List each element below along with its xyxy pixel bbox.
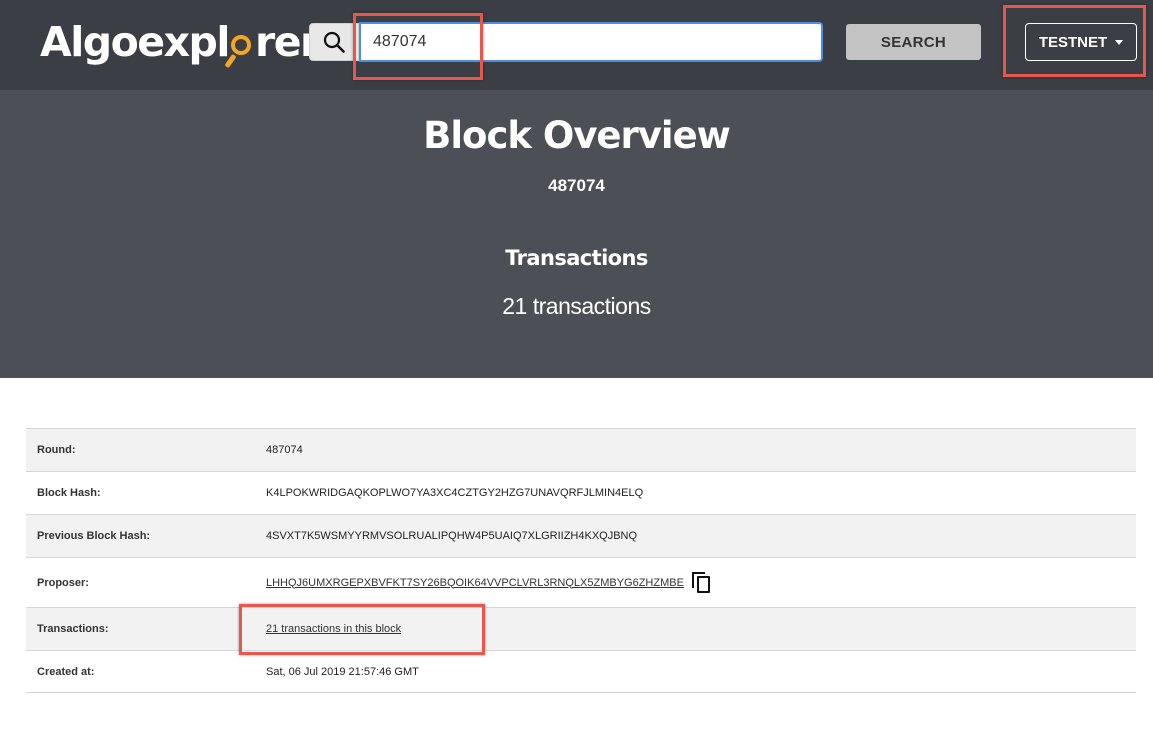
table-row-block-hash: Block Hash: K4LPOKWRIDGAQKOPLWO7YA3XC4CZ… [26, 471, 1136, 514]
top-navbar: Algoexpl rer SEARCH TESTNET [0, 0, 1153, 90]
copy-icon[interactable] [691, 571, 712, 594]
search-input[interactable] [359, 22, 823, 62]
block-hash-value: K4LPOKWRIDGAQKOPLWO7YA3XC4CZTGY2HZG7UNAV… [266, 487, 644, 499]
proposer-label: Proposer: [37, 576, 89, 589]
caret-down-icon [1115, 39, 1124, 45]
created-at-label: Created at: [37, 665, 95, 678]
previous-block-hash-value: 4SVXT7K5WSMYYRMVSOLRUALIPQHW4P5UAIQ7XLGR… [266, 530, 638, 542]
previous-block-hash-label: Previous Block Hash: [37, 530, 151, 542]
logo-text-prefix: Algoexpl [40, 18, 230, 66]
table-row-transactions: Transactions: 21 transactions in this bl… [26, 607, 1136, 650]
transactions-label: Transactions: [37, 623, 109, 635]
table-row-round: Round: 487074 [26, 428, 1136, 471]
magnifier-icon [224, 27, 254, 69]
proposer-link[interactable]: LHHQJ6UMXRGEPXBVFKT7SY26BQOIK64VVPCLVRL3… [266, 577, 684, 589]
search-button[interactable]: SEARCH [846, 24, 981, 60]
transactions-link[interactable]: 21 transactions in this block [266, 623, 401, 635]
block-overview-hero: Block Overview 487074 Transactions 21 tr… [0, 90, 1153, 378]
round-label: Round: [37, 444, 76, 456]
table-row-created-at: Created at: Sat, 06 Jul 2019 21:57:46 GM… [26, 650, 1136, 693]
block-hash-label: Block Hash: [37, 487, 101, 499]
block-round: 487074 [548, 176, 605, 195]
search-icon[interactable] [309, 23, 359, 61]
table-row-previous-block-hash: Previous Block Hash: 4SVXT7K5WSMYYRMVSOL… [26, 514, 1136, 557]
table-row-proposer: Proposer: LHHQJ6UMXRGEPXBVFKT7SY26BQOIK6… [26, 557, 1136, 607]
page-title: Block Overview [423, 114, 731, 157]
round-value: 487074 [266, 444, 303, 456]
search-bar [309, 22, 823, 62]
created-at-value: Sat, 06 Jul 2019 21:57:46 GMT [266, 665, 419, 678]
transactions-heading: Transactions [505, 246, 648, 270]
algoexplorer-logo[interactable]: Algoexpl rer [40, 14, 320, 70]
transactions-count: 21 transactions [502, 293, 651, 319]
network-label: TESTNET [1038, 33, 1108, 51]
block-details-table: Round: 487074 Block Hash: K4LPOKWRIDGAQK… [26, 428, 1136, 693]
network-dropdown[interactable]: TESTNET [1025, 23, 1137, 61]
